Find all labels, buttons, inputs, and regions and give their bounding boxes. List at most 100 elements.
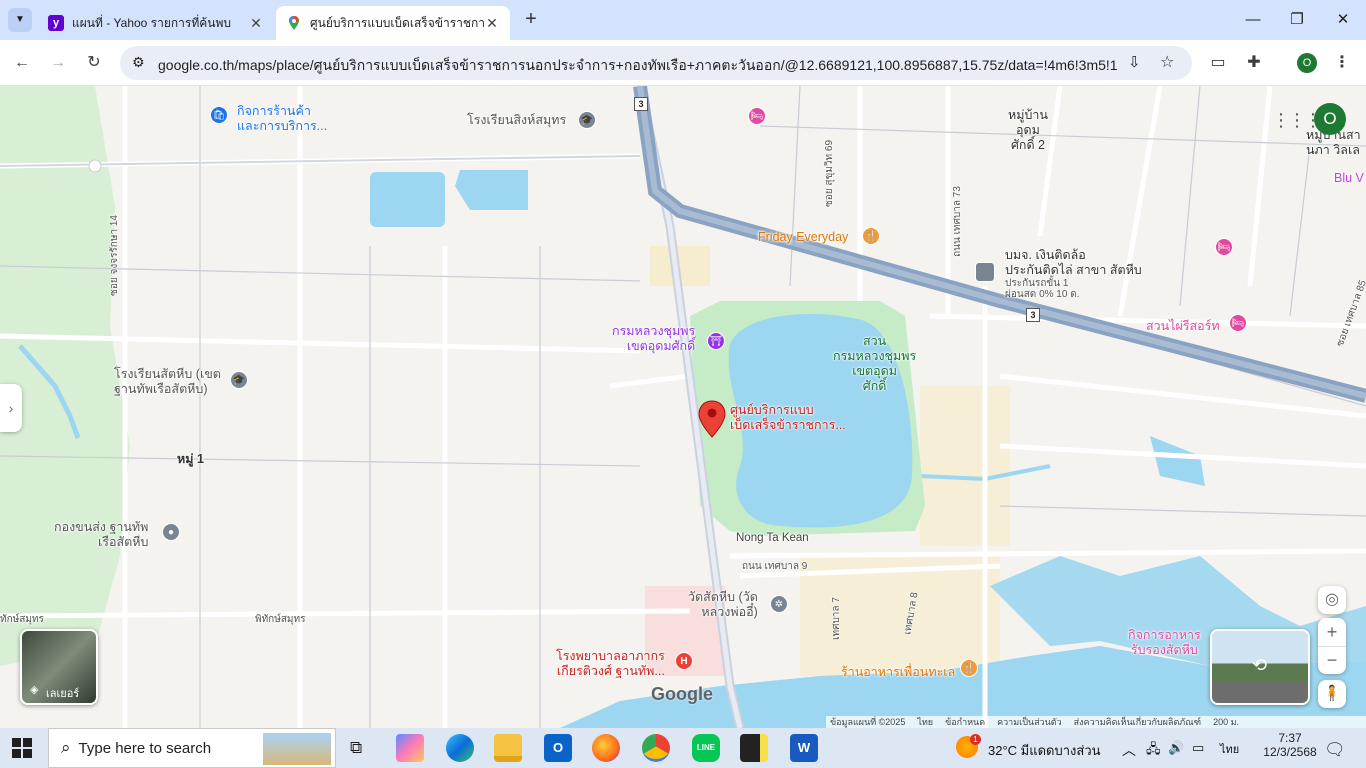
- install-app-icon[interactable]: ⇩: [1128, 53, 1141, 71]
- poi-label[interactable]: กิจการอาหาร รับรองสัตหีบ: [1128, 628, 1201, 658]
- reload-icon[interactable]: ↻: [82, 51, 106, 75]
- tab-google-maps[interactable]: ศูนย์บริการแบบเบ็ดเสร็จข้าราชการนอกประจำ…: [276, 6, 510, 40]
- school-icon[interactable]: 🎓: [230, 371, 248, 389]
- feedback-link[interactable]: ส่งความคิดเห็นเกี่ยวกับผลิตภัณฑ์: [1074, 716, 1201, 728]
- clock[interactable]: 7:37 12/3/2568: [1262, 731, 1318, 759]
- chrome-icon[interactable]: [642, 734, 670, 762]
- network-icon[interactable]: 🖧: [1146, 740, 1161, 762]
- sticky-notes-icon[interactable]: [740, 734, 768, 762]
- place-label: Nong Ta Kean: [736, 532, 809, 544]
- poi-label[interactable]: ร้านอาหารเพื่อนทะเล: [841, 665, 955, 680]
- school-icon[interactable]: 🎓: [578, 111, 596, 129]
- park-label[interactable]: สวน กรมหลวงชุมพร เขตอุดม ศักดิ์: [833, 334, 916, 394]
- temple-icon[interactable]: ✲: [770, 595, 788, 613]
- tab-title: ศูนย์บริการแบบเบ็ดเสร็จข้าราชการนอกประจำ…: [310, 15, 484, 30]
- windows-start-icon[interactable]: [12, 738, 32, 758]
- copilot-icon[interactable]: [396, 734, 424, 762]
- notifications-icon[interactable]: 🗨: [1324, 740, 1346, 760]
- layers-label: เลเยอร์: [46, 688, 80, 700]
- site-settings-icon[interactable]: ⚙: [132, 54, 145, 71]
- government-icon[interactable]: ●: [162, 523, 180, 541]
- apps-grid-icon[interactable]: ⋮⋮⋮: [1272, 110, 1322, 131]
- shrine-icon[interactable]: ⛩: [707, 332, 725, 350]
- hospital-icon[interactable]: H: [675, 652, 693, 670]
- selected-place-label[interactable]: ศูนย์บริการแบบ เบ็ดเสร็จข้าราชการ...: [730, 403, 846, 433]
- poi-label[interactable]: กรมหลวงชุมพร เขตอุดมศักดิ์: [612, 324, 695, 354]
- line-app-icon[interactable]: LINE: [692, 734, 720, 762]
- tab-yahoo-maps[interactable]: y แผนที่ - Yahoo รายการที่ค้นพบ ✕: [38, 6, 274, 40]
- browser-toolbar: ← → ↻ ⚙ google.co.th/maps/place/ศูนย์บริ…: [0, 40, 1366, 86]
- weather-text[interactable]: 32°C มีแดดบางส่วน: [988, 740, 1101, 761]
- task-view-icon[interactable]: ⧉: [350, 738, 362, 758]
- layers-icon: ◈: [30, 684, 39, 696]
- chevron-up-icon[interactable]: ︿: [1122, 740, 1136, 760]
- scale-label[interactable]: 200 ม.: [1213, 716, 1239, 728]
- profile-avatar[interactable]: O: [1297, 53, 1317, 73]
- account-avatar[interactable]: O: [1314, 103, 1346, 135]
- clock-time: 7:37: [1278, 731, 1302, 745]
- extensions-puzzle-icon[interactable]: ✚: [1242, 51, 1266, 75]
- outlook-icon[interactable]: O: [544, 734, 572, 762]
- bookmark-star-icon[interactable]: ☆: [1160, 52, 1174, 72]
- minimize-button[interactable]: —: [1238, 8, 1268, 32]
- address-bar[interactable]: ⚙ google.co.th/maps/place/ศูนย์บริการแบบ…: [120, 46, 1192, 80]
- menu-kebab-icon[interactable]: ⋮: [1330, 51, 1354, 75]
- map-canvas[interactable]: 3 3 🛍 กิจการร้านค้า และการบริการ... โรงเ…: [0, 86, 1366, 728]
- poi-label[interactable]: โรงเรียนสัตหีบ (เขต ฐานทัพเรือสัตหีบ): [114, 367, 221, 397]
- close-icon[interactable]: ✕: [484, 15, 500, 32]
- expand-side-panel-button[interactable]: ›: [0, 384, 22, 432]
- poi-label[interactable]: กองขนส่ง ฐานทัพ เรือสัตหีบ: [54, 520, 148, 550]
- language-link[interactable]: ไทย: [917, 716, 933, 728]
- highway-shield: 3: [1026, 308, 1040, 322]
- my-location-icon[interactable]: ◎: [1318, 586, 1346, 614]
- poi-label[interactable]: วัดสัตหีบ (วัด หลวงพ่ออี๋): [688, 590, 758, 620]
- street-view-thumbnail[interactable]: ⟲: [1210, 629, 1310, 705]
- new-tab-button[interactable]: +: [520, 8, 542, 32]
- input-language[interactable]: ไทย: [1220, 740, 1239, 758]
- close-icon[interactable]: ✕: [248, 15, 264, 32]
- google-logo: Google: [651, 684, 713, 704]
- line-extension-icon[interactable]: ▭: [1206, 51, 1230, 75]
- firefox-icon[interactable]: [592, 734, 620, 762]
- place-label: หมู่ 1: [177, 452, 204, 466]
- tab-title: แผนที่ - Yahoo รายการที่ค้นพบ: [72, 15, 232, 30]
- poi-label[interactable]: สวนไผ่รีสอร์ท: [1146, 319, 1220, 334]
- pegman-icon[interactable]: 🧍: [1318, 680, 1346, 708]
- hotel-icon[interactable]: 🛏: [748, 107, 766, 125]
- terms-link[interactable]: ข้อกำหนด: [945, 716, 985, 728]
- hotel-icon[interactable]: 🛏: [1229, 314, 1247, 332]
- shopping-bag-icon[interactable]: 🛍: [210, 106, 228, 124]
- poi-label[interactable]: Friday Everyday: [758, 230, 848, 245]
- poi-label[interactable]: โรงพยาบาลอาภากร เกียรติวงศ์ ฐานทัพ...: [556, 649, 665, 679]
- privacy-link[interactable]: ความเป็นส่วนตัว: [997, 716, 1062, 728]
- back-icon[interactable]: ←: [10, 51, 34, 75]
- location-pin-icon[interactable]: [698, 400, 726, 438]
- close-window-button[interactable]: ✕: [1328, 8, 1358, 32]
- display-icon[interactable]: ▭: [1192, 740, 1204, 756]
- volume-icon[interactable]: 🔊: [1168, 740, 1184, 756]
- search-icon: ⌕: [61, 738, 71, 757]
- zoom-out-button[interactable]: −: [1318, 646, 1346, 674]
- restaurant-icon[interactable]: 🍴: [862, 227, 880, 245]
- yahoo-icon: y: [48, 15, 64, 31]
- file-explorer-icon[interactable]: [494, 734, 522, 762]
- poi-sublabel: ประกันรถขั้น 1 ผ่อนสด 0% 10 ด.: [1005, 278, 1080, 300]
- tab-search-dropdown[interactable]: ▼: [8, 8, 32, 32]
- poi-label[interactable]: กิจการร้านค้า และการบริการ...: [237, 104, 327, 134]
- business-icon[interactable]: [975, 262, 995, 282]
- poi-label[interactable]: Blu V: [1334, 171, 1364, 186]
- hotel-icon[interactable]: 🛏: [1215, 238, 1233, 256]
- poi-label[interactable]: บมจ. เงินติดล้อ ประกันติดไล่ สาขา สัตหีบ: [1005, 248, 1142, 278]
- tab-strip: ▼ y แผนที่ - Yahoo รายการที่ค้นพบ ✕ ศูนย…: [0, 0, 1366, 40]
- search-placeholder: Type here to search: [78, 739, 212, 757]
- word-icon[interactable]: W: [790, 734, 818, 762]
- maximize-button[interactable]: ❐: [1282, 8, 1312, 32]
- layers-button[interactable]: ◈ เลเยอร์: [20, 629, 98, 705]
- url-text[interactable]: google.co.th/maps/place/ศูนย์บริการแบบเบ…: [158, 55, 1118, 77]
- restaurant-icon[interactable]: 🍴: [960, 659, 978, 677]
- poi-label[interactable]: โรงเรียนสิงห์สมุทร: [467, 113, 566, 128]
- zoom-in-button[interactable]: +: [1318, 618, 1346, 646]
- taskbar-search-box[interactable]: ⌕ Type here to search: [48, 728, 336, 768]
- edge-icon[interactable]: [446, 734, 474, 762]
- forward-icon[interactable]: →: [46, 51, 70, 75]
